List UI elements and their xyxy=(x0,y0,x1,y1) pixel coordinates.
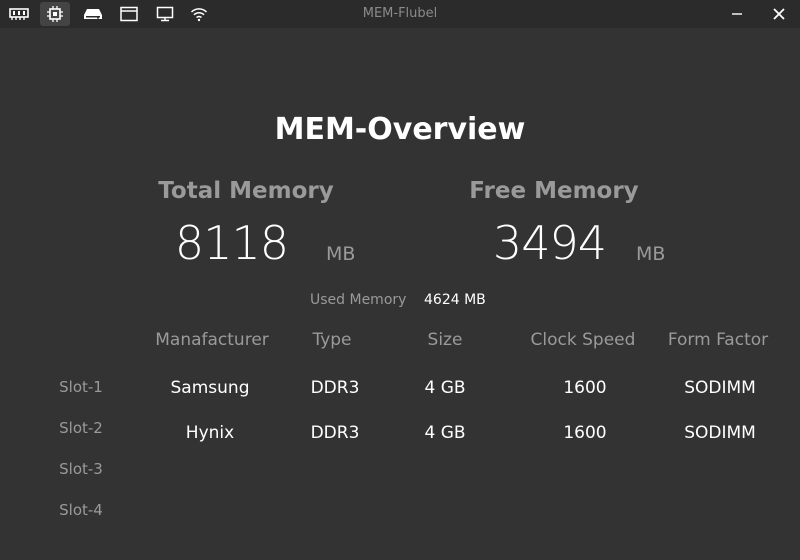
used-memory-label: Used Memory xyxy=(310,292,407,308)
total-memory-unit: MB xyxy=(326,243,356,265)
wifi-icon[interactable] xyxy=(184,2,214,26)
cell-manufacturer: Hynix xyxy=(185,423,235,443)
memory-icon[interactable] xyxy=(4,2,34,26)
disk-icon[interactable] xyxy=(78,2,108,26)
total-memory-label: Total Memory xyxy=(158,178,334,204)
app-window: MEM-Flubel MEM-Overview Total Memory 811… xyxy=(0,0,800,560)
column-header-type: Type xyxy=(312,330,352,350)
cell-clock-speed: 1600 xyxy=(563,423,607,443)
column-header-manufacturer: Manafacturer xyxy=(155,330,269,350)
window-icon[interactable] xyxy=(114,2,144,26)
cpu-icon[interactable] xyxy=(40,2,70,26)
title-bar: MEM-Flubel xyxy=(0,0,800,28)
used-memory-value: 4624 MB xyxy=(424,292,486,308)
free-memory-unit: MB xyxy=(636,243,666,265)
free-memory-label: Free Memory xyxy=(469,178,639,204)
monitor-icon[interactable] xyxy=(150,2,180,26)
column-header-size: Size xyxy=(427,330,463,350)
free-memory-value: 3494 xyxy=(492,216,607,270)
slot-label-1: Slot-1 xyxy=(59,378,103,396)
cell-manufacturer: Samsung xyxy=(170,378,250,398)
cell-clock-speed: 1600 xyxy=(563,378,607,398)
total-memory-value: 8118 xyxy=(174,216,289,270)
cell-size: 4 GB xyxy=(424,423,466,443)
column-header-form-factor: Form Factor xyxy=(667,330,769,350)
minimize-icon xyxy=(732,13,742,15)
cell-form-factor: SODIMM xyxy=(684,378,756,398)
slot-label-3: Slot-3 xyxy=(59,460,103,478)
page-title: MEM-Overview xyxy=(274,112,526,147)
close-icon xyxy=(773,8,785,20)
minimize-button[interactable] xyxy=(714,0,760,28)
close-button[interactable] xyxy=(756,0,800,28)
cell-size: 4 GB xyxy=(424,378,466,398)
cell-form-factor: SODIMM xyxy=(684,423,756,443)
column-header-clock-speed: Clock Speed xyxy=(530,330,636,350)
slot-label-4: Slot-4 xyxy=(59,501,103,519)
slot-label-2: Slot-2 xyxy=(59,419,103,437)
